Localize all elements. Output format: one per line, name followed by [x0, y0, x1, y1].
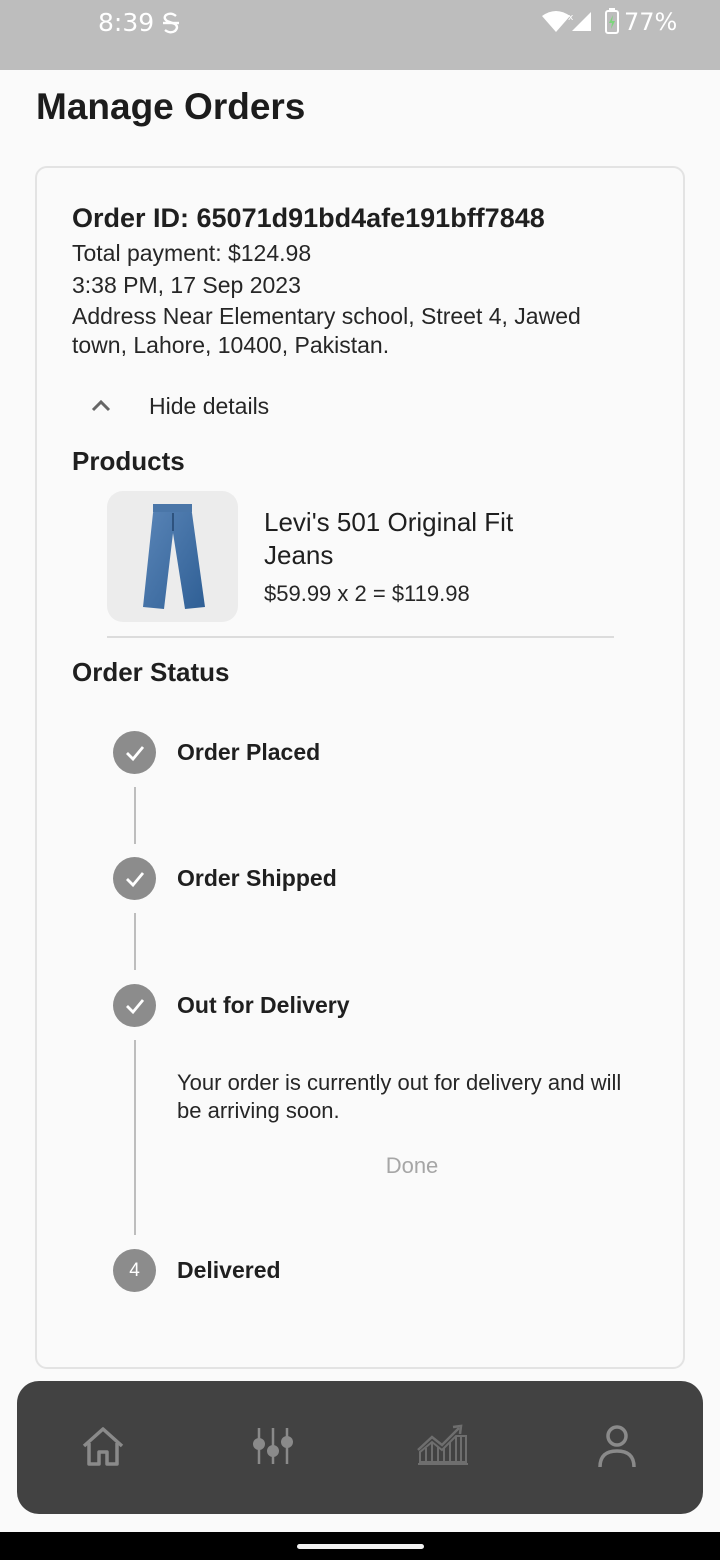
step-connector [134, 913, 136, 970]
product-image [107, 491, 238, 622]
home-icon [82, 1427, 124, 1466]
step-order-shipped: Order Shipped [177, 865, 337, 891]
order-address: Address Near Elementary school, Street 4… [72, 303, 581, 358]
check-icon [125, 871, 144, 887]
order-status-title: Order Status [72, 657, 230, 687]
check-icon [125, 745, 144, 761]
check-icon [125, 998, 144, 1014]
step-order-placed: Order Placed [177, 739, 321, 765]
products-title: Products [72, 446, 185, 476]
nav-profile[interactable] [587, 1418, 647, 1474]
step-connector [134, 1040, 136, 1235]
order-id: Order ID: 65071d91bd4afe191bff7848 [72, 203, 545, 233]
hide-details-button[interactable]: Hide details [86, 388, 306, 428]
step-connector [134, 787, 136, 844]
product-name: Levi's 501 Original Fit Jeans [264, 507, 514, 570]
total-payment: Total payment: $124.98 [72, 240, 312, 266]
profile-icon [598, 1425, 636, 1468]
step-out-for-delivery: Out for Delivery [177, 992, 350, 1018]
divider [107, 636, 614, 638]
battery-icon [605, 8, 619, 34]
battery-percentage: 77% [624, 8, 678, 36]
home-gesture-handle[interactable] [297, 1544, 424, 1549]
step-completed-icon [113, 984, 156, 1027]
chevron-up-icon [91, 399, 111, 412]
signal-icon [572, 12, 591, 31]
nav-filters[interactable] [243, 1418, 303, 1474]
chart-icon [417, 1424, 468, 1465]
step-number-icon: 4 [113, 1249, 156, 1292]
nav-home[interactable] [73, 1418, 133, 1474]
step-completed-icon [113, 857, 156, 900]
step-delivered: Delivered [177, 1257, 281, 1283]
step-completed-icon [113, 731, 156, 774]
product-price: $59.99 x 2 = $119.98 [264, 581, 470, 606]
nav-analytics[interactable] [413, 1418, 473, 1474]
hide-details-label: Hide details [149, 393, 270, 419]
order-datetime: 3:38 PM, 17 Sep 2023 [72, 272, 301, 298]
sliders-icon [253, 1428, 293, 1464]
jeans-icon [143, 504, 205, 609]
status-time: 8:39 [98, 8, 155, 37]
step-message: Your order is currently out for delivery… [177, 1070, 622, 1123]
done-button[interactable]: Done [370, 1148, 454, 1184]
notification-s-icon [163, 12, 179, 34]
page-title: Manage Orders [36, 86, 306, 127]
status-bar: 8:39 x 77% [0, 0, 720, 70]
